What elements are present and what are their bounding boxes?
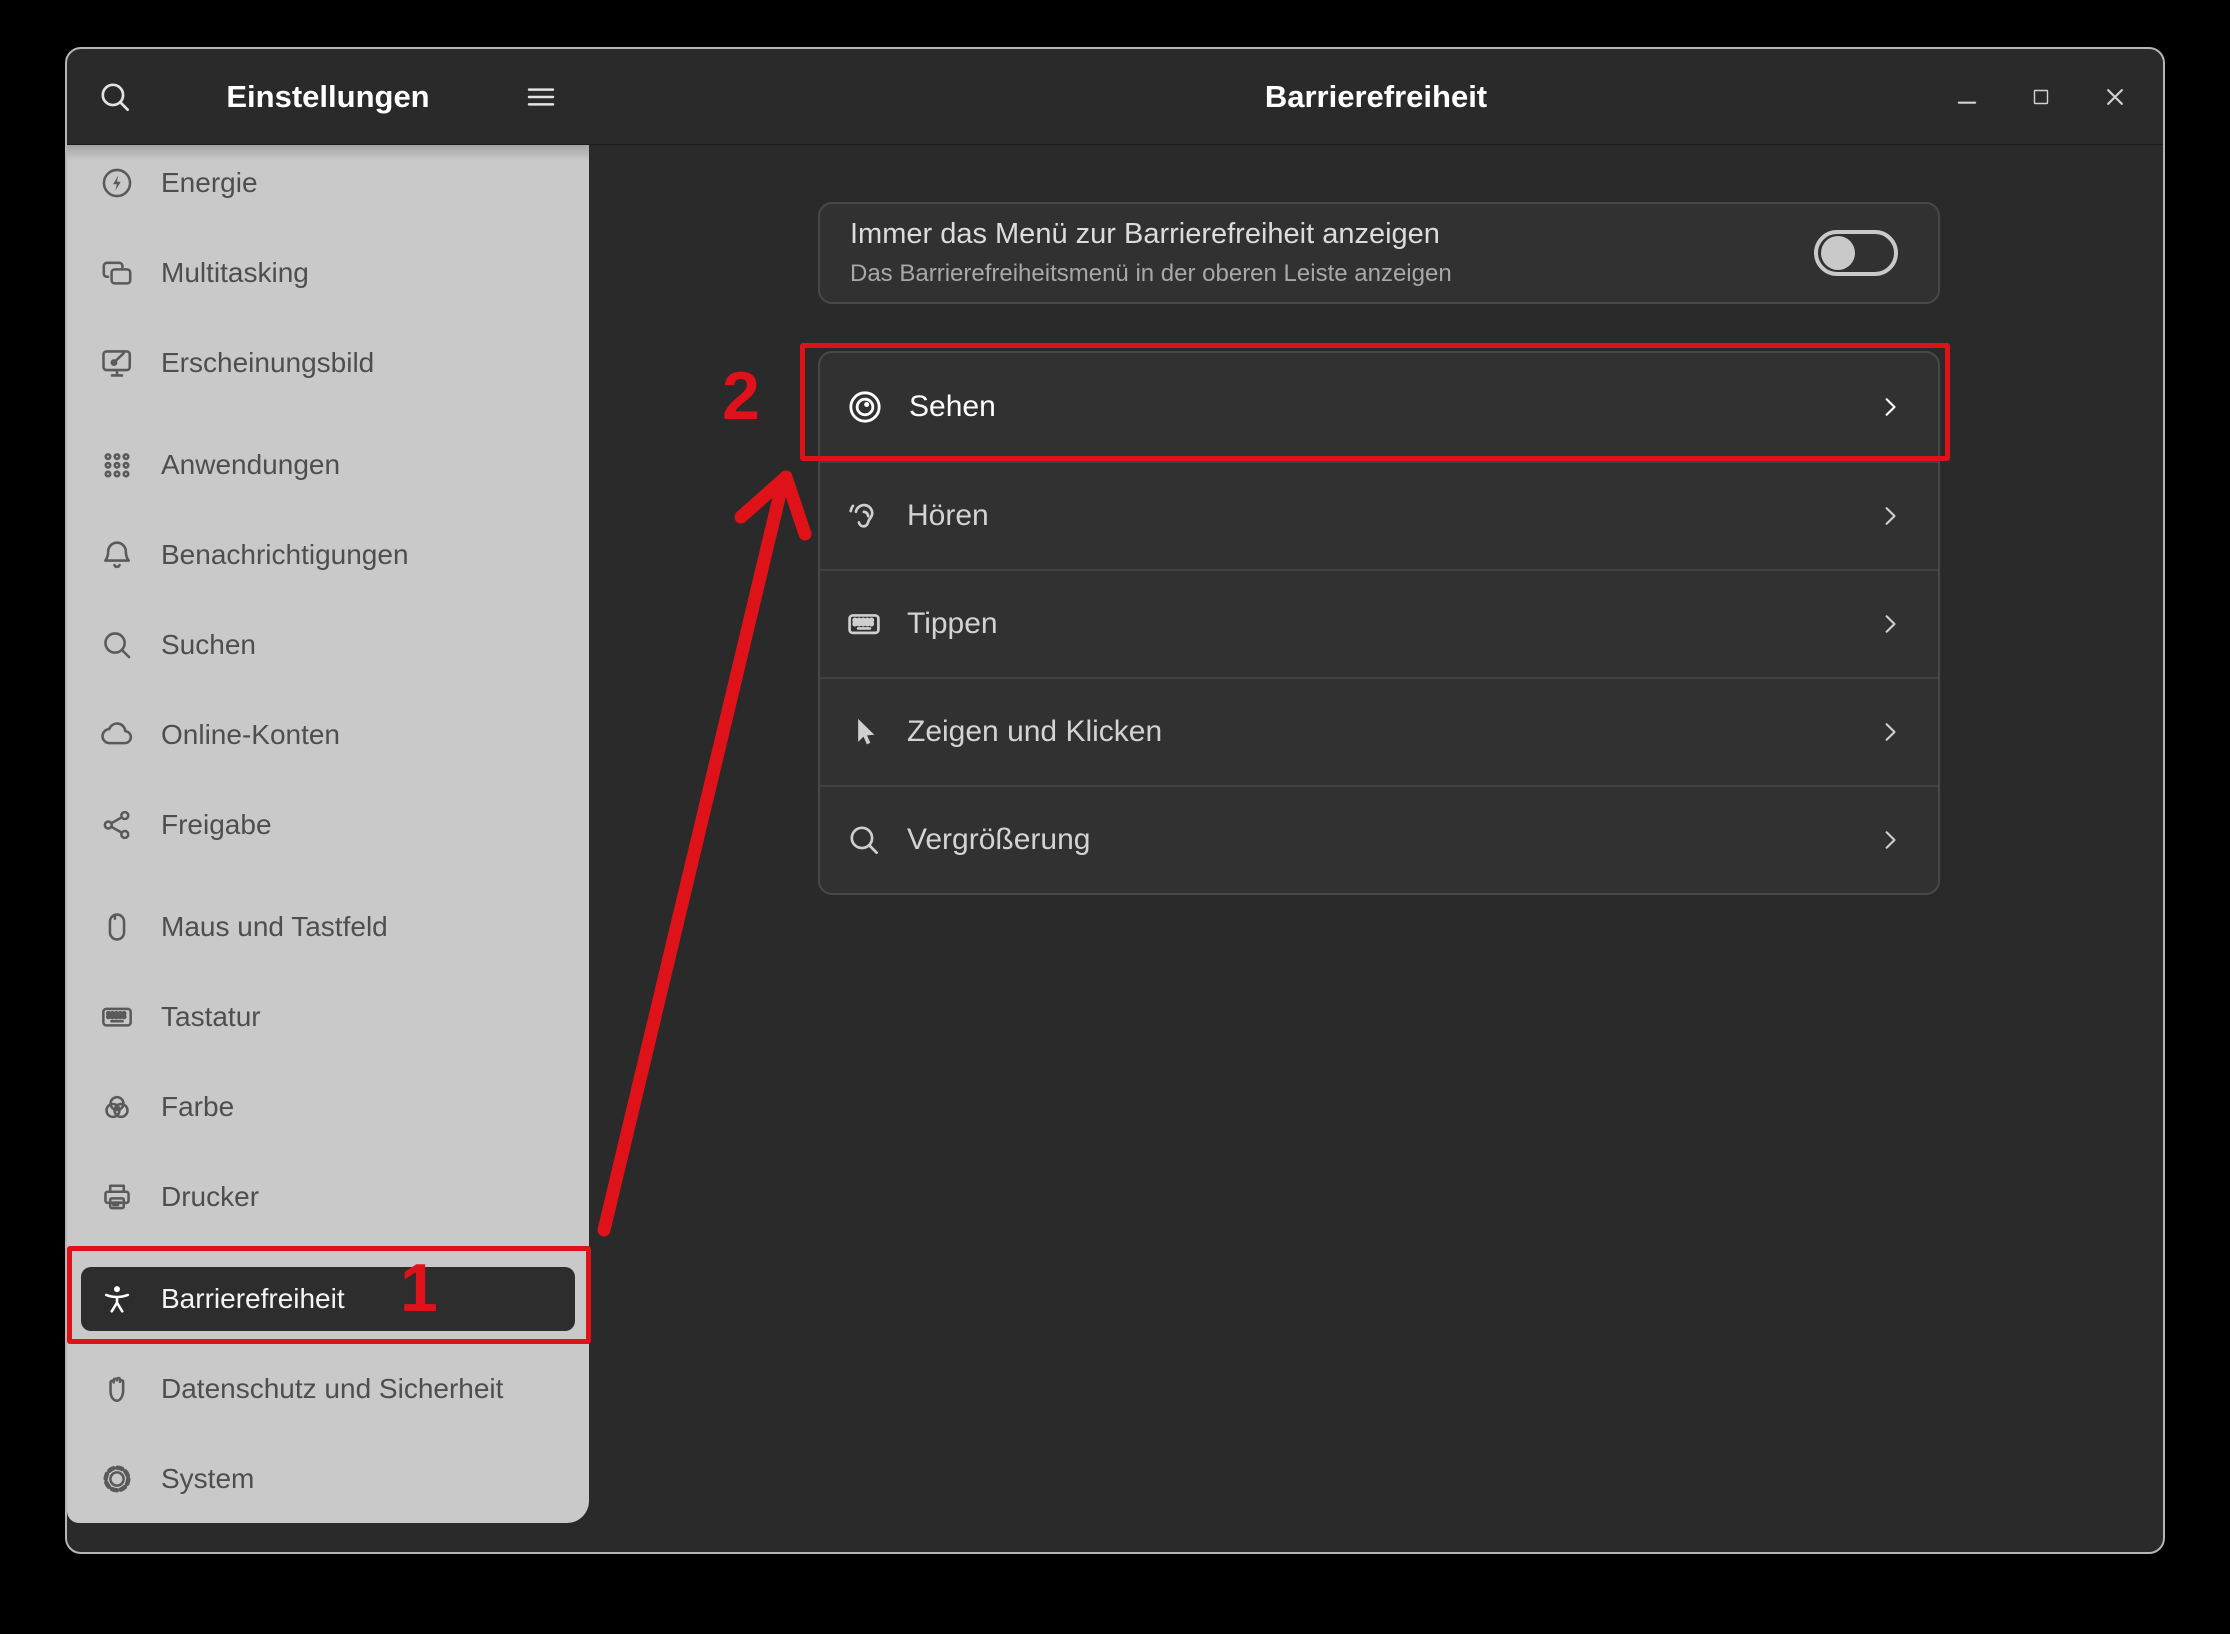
sidebar-item-label: Benachrichtigungen (161, 539, 409, 570)
sidebar-item-farbe[interactable]: Farbe (81, 1075, 575, 1139)
accessibility-menu-toggle-row: Immer das Menü zur Barrierefreiheit anze… (818, 202, 1940, 304)
search-icon (101, 82, 130, 111)
mouse-icon (108, 913, 126, 941)
magnifier-icon (850, 826, 879, 855)
bell-icon (104, 541, 130, 569)
sidebar-item-label: Online-Konten (161, 719, 341, 750)
sidebar-title: Einstellungen (226, 78, 430, 114)
page-title: Barrierefreiheit (1264, 78, 1488, 114)
apps-icon (104, 453, 130, 478)
appearance-icon (102, 350, 132, 377)
row-label: Hören (907, 499, 989, 532)
row-label: Vergrößerung (907, 823, 1091, 856)
sidebar: Energie Multitasking Erscheinungsbild Anwen… (67, 145, 589, 1523)
sidebar-item-label: Maus und Tastfeld (161, 911, 388, 942)
color-icon (105, 1095, 129, 1119)
keyboard-icon (848, 614, 880, 635)
sidebar-item-anwendungen[interactable]: Anwendungen (81, 433, 575, 497)
desktop-background: Einstellungen Barrierefreiheit Energie Mu… (0, 0, 2230, 1634)
sidebar-item-system[interactable]: System (81, 1447, 575, 1511)
row-sehen[interactable]: Sehen (820, 353, 1938, 461)
sidebar-item-maus-und-tastfeld[interactable]: Maus und Tastfeld (81, 895, 575, 959)
sidebar-item-label: Farbe (161, 1091, 235, 1122)
content-pane: Immer das Menü zur Barrierefreiheit anze… (589, 145, 2163, 1552)
sidebar-item-freigabe[interactable]: Freigabe (81, 793, 575, 857)
sidebar-item-erscheinungsbild[interactable]: Erscheinungsbild (81, 331, 575, 395)
cursor-icon (858, 718, 875, 745)
toggle-row-text: Immer das Menü zur Barrierefreiheit anze… (850, 218, 1814, 288)
minimize-button[interactable] (1949, 79, 1985, 115)
sidebar-item-multitasking[interactable]: Multitasking (81, 241, 575, 305)
chevron-icon (1885, 398, 1896, 416)
multitasking-icon (102, 261, 132, 285)
menu-icon (524, 80, 558, 114)
header-left-pane: Einstellungen (67, 49, 589, 144)
eye-icon (849, 391, 881, 423)
close-icon (2107, 88, 2123, 105)
chevron-icon (1885, 615, 1896, 633)
switch-knob (1821, 236, 1855, 270)
sidebar-item-label: Drucker (161, 1181, 260, 1212)
accessibility-categories-list: Sehen Hören Tippen Zeigen und Klicken Vergrö… (818, 351, 1940, 895)
hand-icon (109, 1376, 125, 1402)
header-right-pane: Barrierefreiheit (589, 49, 2163, 144)
window-body: Energie Multitasking Erscheinungsbild Anwen… (67, 145, 2163, 1552)
sidebar-item-drucker[interactable]: Drucker (81, 1165, 575, 1229)
row-label: Zeigen und Klicken (907, 715, 1163, 748)
sidebar-item-energie[interactable]: Energie (81, 151, 575, 215)
cloud-icon (101, 722, 133, 745)
maximize-icon (2033, 89, 2049, 104)
sidebar-item-label: Energie (161, 167, 258, 198)
sidebar-item-label: Tastatur (161, 1001, 261, 1032)
sidebar-item-online-konten[interactable]: Online-Konten (81, 703, 575, 767)
sidebar-item-datenschutz-und-sicherheit[interactable]: Datenschutz und Sicherheit (81, 1357, 575, 1421)
window-controls (1949, 49, 2133, 144)
search-icon (96, 78, 134, 116)
menu-icon (527, 87, 555, 106)
sidebar-item-label: Freigabe (161, 809, 272, 840)
main-menu-button[interactable] (519, 75, 563, 119)
sidebar-item-label: Anwendungen (161, 449, 341, 480)
minimize-icon (1957, 101, 1977, 104)
maximize-button[interactable] (2023, 79, 2059, 115)
chevron-icon (1885, 723, 1896, 741)
always-show-accessibility-menu-switch[interactable] (1814, 230, 1898, 276)
sidebar-list: Energie Multitasking Erscheinungsbild Anwen… (81, 151, 575, 1511)
sidebar-item-label: Multitasking (161, 257, 309, 288)
row-hoeren[interactable]: Hören (820, 461, 1938, 569)
sidebar-item-label: Barrierefreiheit (161, 1283, 345, 1314)
power-icon (102, 168, 132, 198)
settings-window: Einstellungen Barrierefreiheit Energie Mu… (65, 47, 2165, 1554)
sidebar-item-label: Erscheinungsbild (161, 347, 375, 378)
accessibility-icon (104, 1286, 130, 1313)
chevron-icon (1885, 831, 1896, 849)
chevron-icon (1885, 507, 1896, 525)
sidebar-item-tastatur[interactable]: Tastatur (81, 985, 575, 1049)
close-button[interactable] (2097, 79, 2133, 115)
sidebar-item-suchen[interactable]: Suchen (81, 613, 575, 677)
search-button[interactable] (93, 75, 137, 119)
toggle-row-subtitle: Das Barrierefreiheitsmenü in der oberen … (850, 260, 1452, 287)
ear-icon (849, 503, 874, 528)
sidebar-item-label: Datenschutz und Sicherheit (161, 1373, 504, 1404)
sidebar-item-label: Suchen (161, 629, 256, 660)
row-vergroesserung[interactable]: Vergrößerung (820, 785, 1938, 893)
row-label: Sehen (909, 390, 996, 423)
sidebar-item-benachrichtigungen[interactable]: Benachrichtigungen (81, 523, 575, 587)
sidebar-item-barrierefreiheit[interactable]: Barrierefreiheit (81, 1267, 575, 1331)
row-label: Tippen (907, 607, 998, 640)
sidebar-item-label: System (161, 1463, 255, 1494)
row-tippen[interactable]: Tippen (820, 569, 1938, 677)
search-icon (104, 632, 131, 659)
toggle-row-title: Immer das Menü zur Barrierefreiheit anze… (850, 218, 1440, 250)
keyboard-icon (102, 1007, 132, 1027)
gear-icon (103, 1465, 131, 1493)
header-bar: Einstellungen Barrierefreiheit (67, 49, 2163, 145)
printer-icon (104, 1184, 130, 1210)
share-icon (103, 810, 130, 840)
row-zeigen-und-klicken[interactable]: Zeigen und Klicken (820, 677, 1938, 785)
